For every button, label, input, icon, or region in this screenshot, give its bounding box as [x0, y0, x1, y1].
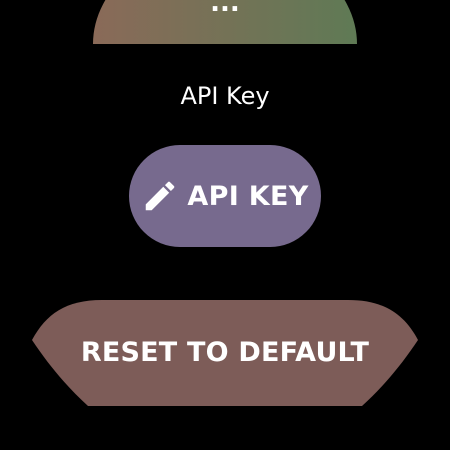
- top-chip[interactable]: ...: [93, 0, 357, 44]
- api-key-button[interactable]: API KEY: [129, 145, 321, 247]
- pencil-icon: [141, 177, 179, 215]
- reset-to-default-button[interactable]: RESET TO DEFAULT: [32, 300, 418, 406]
- reset-button-label: RESET TO DEFAULT: [80, 337, 370, 368]
- section-title: API Key: [180, 82, 270, 110]
- api-key-button-label: API KEY: [187, 180, 309, 212]
- top-chip-label: ...: [210, 0, 240, 18]
